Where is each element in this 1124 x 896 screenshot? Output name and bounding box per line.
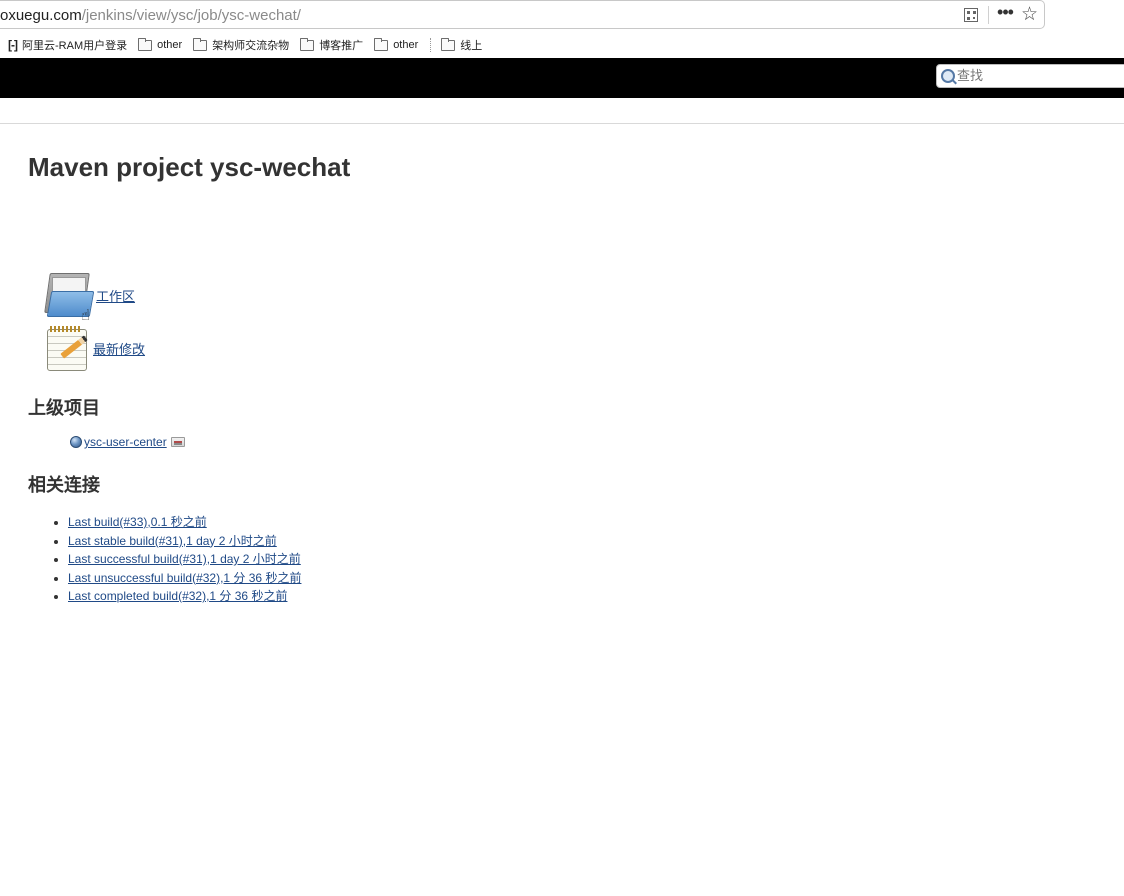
search-icon bbox=[941, 69, 955, 83]
permalinks-heading: 相关连接 bbox=[28, 475, 100, 496]
status-ball-icon bbox=[70, 436, 82, 448]
bookmark-folder-architect[interactable]: 架构师交流杂物 bbox=[193, 37, 289, 53]
list-item: Last build(#33),0.1 秒之前 bbox=[68, 513, 301, 532]
page-title: Maven project ysc-wechat bbox=[28, 152, 351, 182]
address-bar[interactable]: oxuegu.com/jenkins/view/ysc/job/ysc-wech… bbox=[0, 0, 1045, 29]
upstream-project-link[interactable]: ysc-user-center bbox=[84, 435, 167, 449]
divider bbox=[988, 6, 990, 24]
last-stable-build-link[interactable]: Last stable build(#31),1 day 2 小时之前 bbox=[68, 534, 277, 548]
console-icon[interactable] bbox=[170, 437, 185, 447]
notepad-icon[interactable] bbox=[45, 326, 89, 371]
bookmark-label: 阿里云-RAM用户登录 bbox=[22, 40, 128, 52]
breadcrumb-bar-divider bbox=[0, 123, 1124, 124]
folder-icon bbox=[300, 37, 315, 51]
bookmarks-bar: [-] 阿里云-RAM用户登录 other 架构师交流杂物 博客推广 other… bbox=[0, 33, 1124, 57]
last-unsuccessful-build-link[interactable]: Last unsuccessful build(#32),1 分 36 秒之前 bbox=[68, 571, 301, 585]
folder-icon bbox=[374, 37, 389, 51]
hand-cursor-icon: ☝ bbox=[81, 307, 91, 324]
last-build-link[interactable]: Last build(#33),0.1 秒之前 bbox=[68, 515, 207, 529]
bookmark-star-icon[interactable]: ☆ bbox=[1021, 5, 1038, 24]
url-host: oxuegu.com bbox=[0, 7, 82, 24]
upstream-heading: 上级项目 bbox=[28, 398, 100, 419]
url-actions: ••• ☆ bbox=[964, 3, 1038, 26]
aliyun-logo-icon: [-] bbox=[8, 38, 18, 52]
list-item: Last successful build(#31),1 day 2 小时之前 bbox=[68, 550, 301, 569]
bookmark-folder-other[interactable]: other bbox=[138, 37, 183, 51]
bookmark-label: 架构师交流杂物 bbox=[212, 40, 290, 52]
folder-icon bbox=[441, 37, 456, 51]
bookmark-aliyun[interactable]: [-] 阿里云-RAM用户登录 bbox=[8, 37, 127, 53]
folder-icon bbox=[138, 37, 153, 51]
workspace-link[interactable]: 工作区 bbox=[96, 286, 135, 305]
search-box[interactable] bbox=[936, 64, 1124, 88]
last-successful-build-link[interactable]: Last successful build(#31),1 day 2 小时之前 bbox=[68, 552, 301, 566]
permalinks-list: Last build(#33),0.1 秒之前 Last stable buil… bbox=[52, 513, 301, 606]
bookmark-label: 博客推广 bbox=[319, 40, 364, 52]
jenkins-header bbox=[0, 58, 1124, 98]
bookmark-separator bbox=[430, 38, 432, 52]
list-item: Last stable build(#31),1 day 2 小时之前 bbox=[68, 532, 301, 551]
bookmark-folder-blog[interactable]: 博客推广 bbox=[300, 37, 363, 53]
list-item: Last unsuccessful build(#32),1 分 36 秒之前 bbox=[68, 569, 301, 588]
last-completed-build-link[interactable]: Last completed build(#32),1 分 36 秒之前 bbox=[68, 589, 287, 603]
search-input[interactable] bbox=[957, 67, 1124, 85]
bookmark-label: other bbox=[157, 39, 183, 51]
changes-link[interactable]: 最新修改 bbox=[93, 339, 145, 358]
folder-icon bbox=[193, 37, 208, 51]
bookmark-folder-online[interactable]: 线上 bbox=[441, 37, 482, 53]
url-text[interactable]: oxuegu.com/jenkins/view/ysc/job/ysc-wech… bbox=[0, 7, 301, 24]
bookmark-label: 线上 bbox=[460, 40, 483, 52]
task-changes[interactable]: 最新修改 bbox=[45, 326, 145, 371]
list-item: Last completed build(#32),1 分 36 秒之前 bbox=[68, 587, 301, 606]
more-actions-icon[interactable]: ••• bbox=[997, 3, 1014, 21]
bookmark-folder-other-2[interactable]: other bbox=[374, 37, 419, 51]
qr-code-icon[interactable] bbox=[964, 8, 979, 22]
bookmark-label: other bbox=[393, 39, 419, 51]
upstream-project-item: ysc-user-center bbox=[70, 435, 185, 449]
url-path: /jenkins/view/ysc/job/ysc-wechat/ bbox=[81, 7, 301, 24]
